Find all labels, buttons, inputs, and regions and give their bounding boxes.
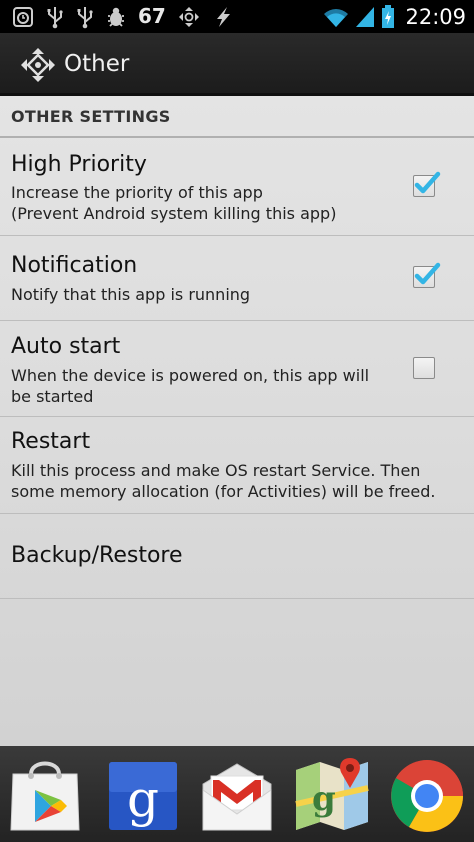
signal-icon xyxy=(356,6,375,27)
section-header-label: OTHER SETTINGS xyxy=(11,107,171,126)
gmail-icon[interactable] xyxy=(197,754,277,834)
usb-icon xyxy=(77,6,93,28)
pref-restart[interactable]: Restart Kill this process and make OS re… xyxy=(0,417,474,514)
pref-summary: Notify that this app is running xyxy=(11,285,251,304)
pref-title: High Priority xyxy=(11,152,147,177)
high-priority-checkbox[interactable] xyxy=(413,171,441,197)
checkmark-icon xyxy=(414,171,441,194)
charging-icon xyxy=(216,6,230,27)
usb-icon xyxy=(47,6,63,28)
checkmark-icon xyxy=(414,262,441,285)
pref-backup-restore[interactable]: Backup/Restore xyxy=(0,514,474,599)
pref-notification[interactable]: Notification Notify that this app is run… xyxy=(0,236,474,321)
svg-text:g: g xyxy=(127,770,159,828)
battery-icon xyxy=(382,4,395,28)
pref-title: Restart xyxy=(11,429,91,454)
pref-title: Auto start xyxy=(11,334,121,359)
app-dock: g g xyxy=(0,746,474,842)
clock: 22:09 xyxy=(405,4,466,29)
action-bar: Other xyxy=(0,33,474,96)
page-title: Other xyxy=(64,51,130,77)
alarm-icon xyxy=(13,6,33,27)
pref-summary: Kill this process and make OS restart Se… xyxy=(11,461,436,501)
svg-text:g: g xyxy=(312,779,336,819)
move-arrows-icon[interactable] xyxy=(19,46,57,84)
battery-level-text: 67 xyxy=(138,4,166,28)
debug-icon xyxy=(108,7,124,27)
pref-summary: When the device is powered on, this app … xyxy=(11,366,370,406)
app-icon xyxy=(178,6,199,27)
auto-start-checkbox[interactable] xyxy=(413,357,435,379)
pref-high-priority[interactable]: High Priority Increase the priority of t… xyxy=(0,138,474,236)
pref-summary: Increase the priority of this app (Preve… xyxy=(11,183,337,223)
chrome-icon[interactable] xyxy=(387,754,467,834)
wifi-icon xyxy=(324,8,349,27)
maps-icon[interactable]: g xyxy=(292,754,372,834)
pref-title: Notification xyxy=(11,253,138,278)
notification-checkbox[interactable] xyxy=(413,262,441,288)
google-search-icon[interactable]: g xyxy=(103,754,183,834)
play-store-icon[interactable] xyxy=(5,754,85,834)
pref-title: Backup/Restore xyxy=(11,543,183,568)
section-header: OTHER SETTINGS xyxy=(0,96,474,138)
pref-auto-start[interactable]: Auto start When the device is powered on… xyxy=(0,321,474,417)
status-bar: 67 22:09 xyxy=(0,0,474,33)
